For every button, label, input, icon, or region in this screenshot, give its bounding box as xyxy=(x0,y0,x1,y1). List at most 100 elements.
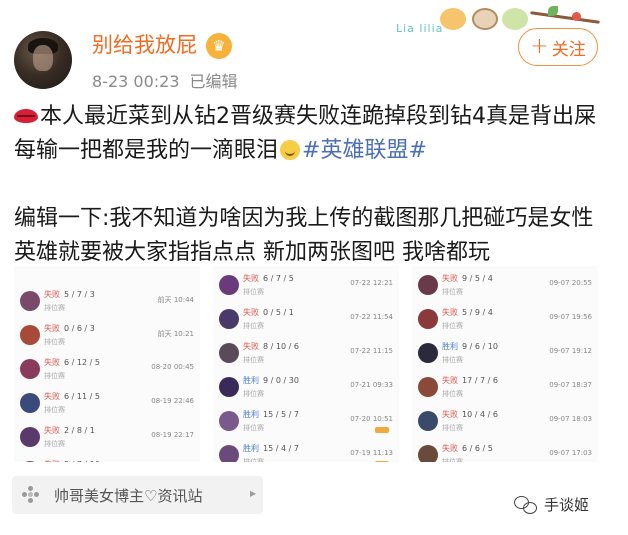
match-outcome: 失败 xyxy=(442,274,458,283)
match-time: 07-20 10:51 xyxy=(350,415,393,423)
match-mode: 排位赛 xyxy=(442,390,463,398)
match-result: 失败 6 / 7 / 5 xyxy=(243,273,294,284)
match-row: 失败 17 / 7 / 6 排位赛 09-07 18:37 xyxy=(412,372,598,406)
match-kda: 6 / 12 / 5 xyxy=(64,358,100,367)
match-kda: 5 / 7 / 3 xyxy=(64,290,95,299)
post-paragraph-2: 编辑一下:我不知道为啥因为我上传的截图那几把碰巧是女性英雄就要被大家指指点点 新… xyxy=(14,206,594,265)
match-result: 失败 17 / 7 / 6 xyxy=(442,375,498,386)
champion-avatar-icon xyxy=(418,377,438,397)
match-time: 07-22 11:15 xyxy=(350,347,393,355)
match-result: 失败 5 / 7 / 10 xyxy=(44,459,100,462)
follow-button[interactable]: + 关注 xyxy=(518,28,598,66)
champion-avatar-icon xyxy=(418,411,438,431)
mvp-badge-icon xyxy=(375,427,389,433)
match-kda: 15 / 4 / 7 xyxy=(263,444,299,453)
match-row: 失败 0 / 6 / 3 排位赛 前天 10:21 xyxy=(14,320,200,354)
match-kda: 9 / 5 / 4 xyxy=(462,274,493,283)
champion-avatar-icon xyxy=(219,377,239,397)
screenshot-image-2[interactable]: 失败 6 / 7 / 5 排位赛 07-22 12:21 失败 0 / 5 / 1 排位赛 0… xyxy=(213,266,399,462)
post-content: 本人最近菜到从钻2晋级赛失败连跪掉段到钻4真是背出屎 每输一把都是我的一滴眼泪 #… xyxy=(14,100,614,270)
watermark-text: 手谈姬 xyxy=(544,496,590,514)
match-row: 失败 10 / 4 / 6 排位赛 09-07 18:03 xyxy=(412,406,598,440)
match-kda: 9 / 0 / 30 xyxy=(263,376,299,385)
match-outcome: 胜利 xyxy=(243,410,259,419)
match-row: 胜利 15 / 5 / 7 排位赛 07-20 10:51 xyxy=(213,406,399,440)
match-mode: 排位赛 xyxy=(442,356,463,364)
screenshot-image-3[interactable]: 失败 9 / 5 / 4 排位赛 09-07 20:55 失败 5 / 9 / 4 排位赛 0… xyxy=(412,266,598,462)
match-mode: 排位赛 xyxy=(243,288,264,296)
match-row: 失败 6 / 11 / 5 排位赛 08-19 22:46 xyxy=(14,388,200,422)
match-mode: 排位赛 xyxy=(442,458,463,462)
decoration-leaf-icon xyxy=(548,6,558,16)
follow-label: 关注 xyxy=(551,39,586,60)
wechat-icon xyxy=(514,495,538,514)
match-time: 09-07 20:55 xyxy=(549,279,592,287)
match-mode: 排位赛 xyxy=(243,322,264,330)
match-result: 失败 5 / 7 / 3 xyxy=(44,289,95,300)
match-kda: 6 / 6 / 5 xyxy=(462,444,493,453)
match-kda: 15 / 5 / 7 xyxy=(263,410,299,419)
match-mode: 排位赛 xyxy=(44,440,65,448)
source-link[interactable]: 帅哥美女博主♡资讯站 ▸ xyxy=(12,476,263,514)
user-avatar[interactable] xyxy=(14,31,72,89)
match-row: 失败 0 / 5 / 1 排位赛 07-22 11:54 xyxy=(213,304,399,338)
avatar-face xyxy=(33,45,53,71)
screenshot-grid: 失败 5 / 7 / 3 排位赛 前天 10:44 失败 0 / 6 / 3 排位赛 前天 1… xyxy=(14,266,598,462)
champion-avatar-icon xyxy=(219,445,239,462)
source-sparkle-icon xyxy=(22,486,40,504)
champion-avatar-icon xyxy=(20,325,40,345)
match-row: 失败 8 / 10 / 6 排位赛 07-22 11:15 xyxy=(213,338,399,372)
match-result: 失败 0 / 6 / 3 xyxy=(44,323,95,334)
champion-avatar-icon xyxy=(418,275,438,295)
match-result: 失败 6 / 12 / 5 xyxy=(44,357,100,368)
match-result: 胜利 9 / 6 / 10 xyxy=(442,341,498,352)
match-mode: 排位赛 xyxy=(44,372,65,380)
lips-emoji-icon xyxy=(14,106,38,126)
champion-avatar-icon xyxy=(20,393,40,413)
hashtag-link[interactable]: #英雄联盟# xyxy=(302,138,427,163)
match-time: 前天 10:44 xyxy=(157,296,194,304)
decoration-coffee-icon xyxy=(472,8,498,30)
match-outcome: 失败 xyxy=(243,274,259,283)
match-outcome: 胜利 xyxy=(243,444,259,453)
match-row: 失败 6 / 12 / 5 排位赛 08-20 00:45 xyxy=(14,354,200,388)
decoration-cake-icon xyxy=(502,8,528,30)
champion-avatar-icon xyxy=(219,275,239,295)
match-kda: 2 / 8 / 1 xyxy=(64,426,95,435)
match-outcome: 失败 xyxy=(442,376,458,385)
match-result: 失败 0 / 5 / 1 xyxy=(243,307,294,318)
match-outcome: 失败 xyxy=(243,342,259,351)
match-row: 胜利 9 / 6 / 10 排位赛 09-07 19:12 xyxy=(412,338,598,372)
match-kda: 17 / 7 / 6 xyxy=(462,376,498,385)
match-time: 08-20 00:45 xyxy=(151,363,194,371)
match-mode: 排位赛 xyxy=(442,288,463,296)
edited-label[interactable]: 已编辑 xyxy=(190,72,238,91)
post-meta: 8-23 00:23 已编辑 xyxy=(92,68,238,92)
match-result: 失败 6 / 6 / 5 xyxy=(442,443,493,454)
plus-icon: + xyxy=(530,34,549,59)
match-time: 07-22 11:54 xyxy=(350,313,393,321)
match-mode: 排位赛 xyxy=(44,338,65,346)
match-kda: 8 / 10 / 6 xyxy=(263,342,299,351)
match-outcome: 失败 xyxy=(44,290,60,299)
match-row: 失败 6 / 7 / 5 排位赛 07-22 12:21 xyxy=(213,270,399,304)
match-kda: 5 / 7 / 10 xyxy=(64,460,100,462)
champion-avatar-icon xyxy=(219,343,239,363)
username[interactable]: 别给我放屁 xyxy=(92,32,197,58)
match-result: 失败 6 / 11 / 5 xyxy=(44,391,100,402)
match-outcome: 失败 xyxy=(44,426,60,435)
match-row: 失败 9 / 5 / 4 排位赛 09-07 20:55 xyxy=(412,270,598,304)
match-result: 胜利 15 / 5 / 7 xyxy=(243,409,299,420)
match-time: 前天 10:21 xyxy=(157,330,194,338)
match-row: 失败5 / 7 / 10排位赛 xyxy=(14,456,200,462)
match-kda: 5 / 9 / 4 xyxy=(462,308,493,317)
decoration-bun-icon xyxy=(440,8,466,30)
match-kda: 6 / 7 / 5 xyxy=(263,274,294,283)
match-time: 09-07 18:03 xyxy=(549,415,592,423)
screenshot-image-1[interactable]: 失败 5 / 7 / 3 排位赛 前天 10:44 失败 0 / 6 / 3 排位赛 前天 1… xyxy=(14,266,200,462)
match-outcome: 失败 xyxy=(243,308,259,317)
match-mode: 排位赛 xyxy=(442,322,463,330)
champion-avatar-icon xyxy=(418,309,438,329)
match-result: 失败 10 / 4 / 6 xyxy=(442,409,498,420)
match-row: 失败 6 / 6 / 5 排位赛 09-07 17:03 xyxy=(412,440,598,462)
